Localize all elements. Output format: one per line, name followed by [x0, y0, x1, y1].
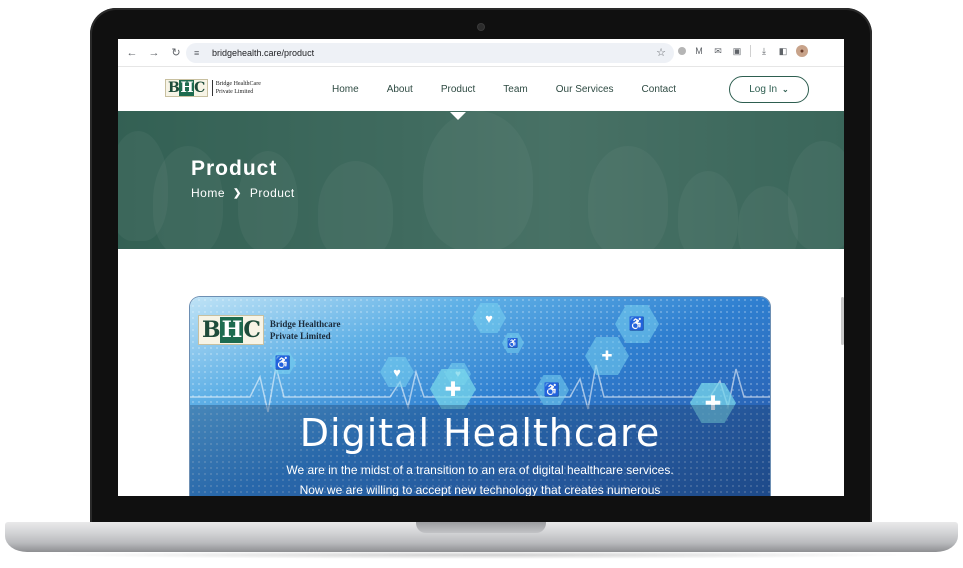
- browser-extensions: M ✉ ▣ ⤓ ◧ ●: [678, 45, 808, 57]
- back-icon[interactable]: ←: [124, 45, 140, 61]
- breadcrumb-current: Product: [249, 186, 295, 200]
- nav-product[interactable]: Product: [441, 84, 475, 120]
- download-icon[interactable]: ⤓: [758, 45, 770, 57]
- toolbar-divider: [750, 45, 751, 57]
- page-scrollbar[interactable]: [841, 297, 844, 345]
- banner-logo: BHC Bridge Healthcare Private Limited: [198, 315, 341, 345]
- nav-about[interactable]: About: [387, 84, 413, 95]
- chevron-down-icon: ⌄: [782, 85, 789, 94]
- login-label: Log In: [749, 84, 778, 95]
- nav-team[interactable]: Team: [503, 84, 527, 95]
- nav-contact[interactable]: Contact: [642, 84, 676, 95]
- site-settings-icon[interactable]: ≡: [194, 48, 208, 58]
- main-nav: Home About Product Team Our Services Con…: [332, 67, 704, 120]
- nav-our-services[interactable]: Our Services: [556, 84, 614, 95]
- forward-icon[interactable]: →: [146, 45, 162, 61]
- nav-home[interactable]: Home: [332, 84, 359, 95]
- extension-mail-icon[interactable]: ✉: [712, 45, 724, 57]
- breadcrumb-home[interactable]: Home: [191, 186, 225, 200]
- banner-logo-line2: Private Limited: [269, 331, 331, 341]
- bookmark-star-icon[interactable]: ☆: [656, 46, 666, 59]
- puzzle-icon[interactable]: ▣: [731, 45, 743, 57]
- hero-banner: Product Home ❯ Product: [118, 111, 844, 249]
- screen: ← → ↻ ≡ bridgehealth.care/product ☆ M ✉ …: [118, 39, 844, 496]
- site-logo[interactable]: BHC Bridge HealthCare Private Limited: [165, 79, 261, 97]
- laptop-notch: [416, 522, 546, 533]
- banner-logo-mark: BHC: [198, 315, 264, 345]
- extension-m-icon[interactable]: M: [693, 45, 705, 57]
- browser-toolbar: ← → ↻ ≡ bridgehealth.care/product ☆ M ✉ …: [118, 39, 844, 67]
- login-button[interactable]: Log In ⌄: [729, 76, 809, 103]
- banner-line-2: Now we are willing to accept new technol…: [299, 483, 661, 496]
- logo-mark: BHC: [165, 79, 208, 97]
- breadcrumb: Home ❯ Product: [191, 186, 295, 200]
- address-bar[interactable]: ≡ bridgehealth.care/product ☆: [186, 43, 674, 63]
- camera-icon: [478, 24, 484, 30]
- side-panel-icon[interactable]: ◧: [777, 45, 789, 57]
- chevron-right-icon: ❯: [233, 187, 242, 199]
- reload-icon[interactable]: ↻: [168, 45, 184, 61]
- product-banner-image: ♥ ♿ ♿ ✚ ♥ ♥ ✚ ♿ ✚ ♿ BHC Bridge Healthcar…: [190, 297, 770, 496]
- site-header: BHC Bridge HealthCare Private Limited Ho…: [118, 67, 844, 120]
- url-text[interactable]: bridgehealth.care/product: [212, 48, 314, 58]
- banner-title: Digital Healthcare: [299, 411, 661, 455]
- page-title: Product: [191, 157, 278, 180]
- banner-logo-text: Bridge Healthcare Private Limited: [270, 318, 341, 342]
- profile-avatar[interactable]: ●: [796, 45, 808, 57]
- extension-icon[interactable]: [678, 47, 686, 55]
- logo-line1: Bridge HealthCare: [215, 81, 261, 87]
- logo-text: Bridge HealthCare Private Limited: [211, 80, 261, 96]
- banner-line-1: We are in the midst of a transition to a…: [286, 463, 674, 477]
- logo-line2: Private Limited: [215, 89, 254, 95]
- banner-logo-line1: Bridge Healthcare: [269, 319, 341, 329]
- laptop-shadow: [40, 551, 923, 559]
